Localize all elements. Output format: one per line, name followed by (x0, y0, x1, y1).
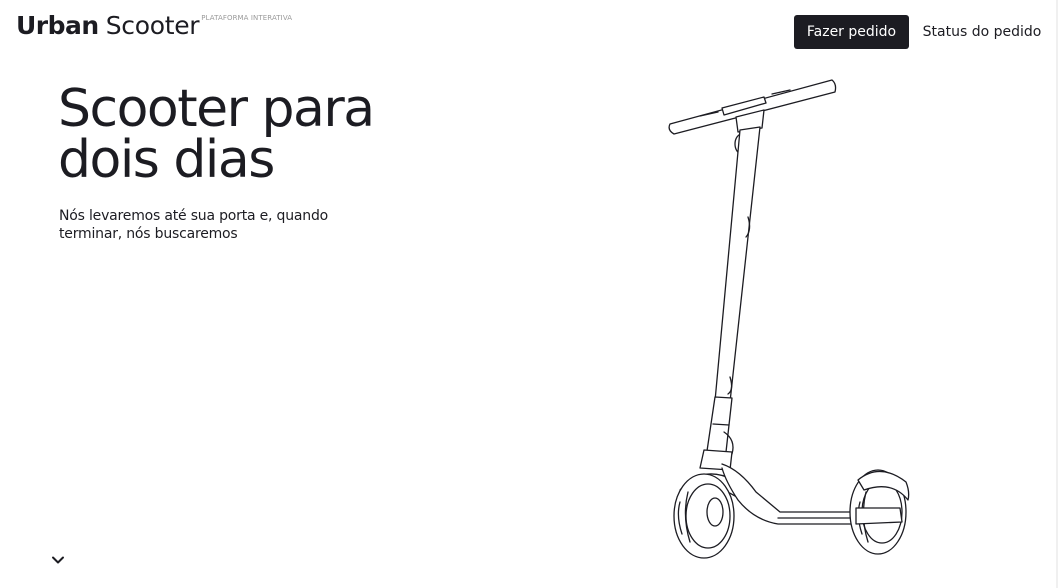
order-button[interactable]: Fazer pedido (794, 15, 909, 49)
hero-title: Scooter para dois dias (58, 79, 375, 190)
logo[interactable]: Urban Scooter PLATAFORMA INTERATIVA (16, 10, 292, 42)
order-status-button[interactable]: Status do pedido (918, 15, 1046, 49)
logo-light-text: Scooter (105, 11, 200, 40)
header: Urban Scooter PLATAFORMA INTERATIVA Faze… (0, 0, 1058, 64)
logo-subtitle: PLATAFORMA INTERATIVA (201, 14, 293, 22)
logo-bold-text: Urban (16, 11, 99, 40)
scooter-illustration (660, 72, 920, 564)
hero-subtitle: Nós levaremos até sua porta e, quando te… (59, 208, 328, 242)
chevron-down-icon[interactable] (49, 551, 67, 569)
